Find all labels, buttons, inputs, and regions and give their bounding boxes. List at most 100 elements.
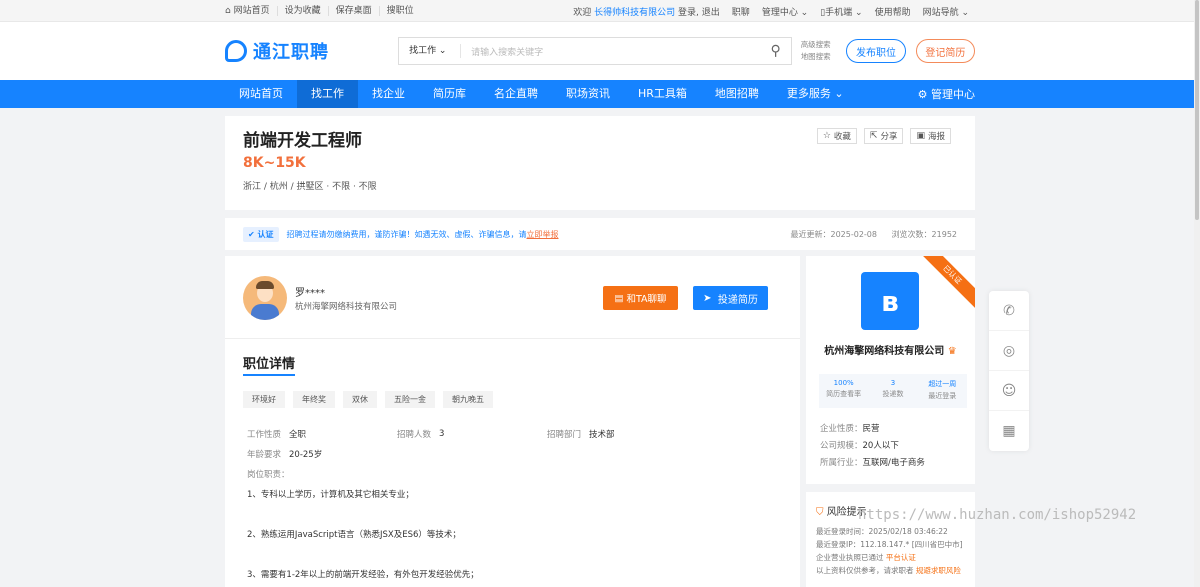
job-tag: 环境好 — [243, 391, 285, 408]
shield-icon: ⛉ — [816, 507, 824, 518]
top-link-manage[interactable]: 管理中心 ⌄ — [756, 5, 814, 18]
top-link-site-nav[interactable]: 网站导航 ⌄ — [917, 5, 975, 18]
risk-license-highlight: 平台认证 — [885, 553, 916, 562]
favorite-button[interactable]: ☆ 收藏 — [816, 128, 857, 144]
image-icon: ▣ — [916, 131, 925, 141]
search-icon[interactable]: ⚲ — [761, 43, 791, 59]
login-link[interactable]: 登录 — [678, 8, 696, 18]
nav-manage-center[interactable]: ⚙ 管理中心 — [918, 86, 975, 102]
info-value: 互联网/电子商务 — [862, 458, 925, 468]
poster-button[interactable]: ▣ 海报 — [910, 128, 951, 144]
job-tag: 朝九晚五 — [443, 391, 493, 408]
field-value: 3 — [439, 429, 445, 439]
job-detail-title: 职位详情 — [243, 356, 296, 376]
notice-text: 招聘过程请勿缴纳费用，谨防诈骗！如遇无效、虚假、诈骗信息，请 — [286, 229, 527, 239]
top-user-area: 欢迎 长得帅科技有限公司 登录, 退出 职聊 管理中心 ⌄ ▯手机端 ⌄ 使用帮… — [567, 5, 975, 18]
chat-button[interactable]: ▤ 和TA聊聊 — [603, 286, 678, 310]
recruiter-name: 罗**** — [295, 288, 325, 299]
job-tag: 五险一金 — [385, 391, 435, 408]
risk-tip: 以上资料仅供参考，请求职者 — [816, 566, 914, 575]
job-tag: 年终奖 — [293, 391, 335, 408]
stat-label: 最近登录 — [928, 392, 957, 400]
company-card: 已认证 ʙ 杭州海擎网络科技有限公司 ♛ 100% 简历查看率 3 投递数 超过一周… — [806, 256, 975, 484]
verified-badge-label: 认证 — [257, 229, 274, 239]
top-link-desktop[interactable]: 保存桌面 — [329, 6, 380, 16]
search-type-select[interactable]: 找工作 ⌄ — [399, 44, 462, 58]
duty-item: 1、专科以上学历，计算机及其它相关专业； — [247, 490, 414, 500]
site-logo[interactable]: 通江职聘 — [225, 38, 398, 64]
info-key: 企业性质： — [820, 424, 863, 434]
job-meta: 最近更新：2025-02-08 浏览次数：21952 — [779, 229, 958, 240]
top-link-help[interactable]: 使用帮助 — [869, 5, 917, 18]
job-fields: 工作性质 全职 招聘人数 3 招聘部门 技术部 年龄要求 20-25岁 — [247, 424, 697, 464]
wechat-icon[interactable]: ☺ — [989, 371, 1029, 411]
top-link-mobile[interactable]: ▯手机端 ⌄ — [814, 5, 868, 18]
risk-tip-row: 以上资料仅供参考，请求职者 规避求职风险 — [816, 564, 965, 577]
scrollbar-thumb[interactable] — [1195, 0, 1199, 220]
post-job-button[interactable]: 发布职位 — [846, 39, 906, 63]
job-tags: 环境好 年终奖 双休 五险一金 朝九晚五 — [243, 391, 501, 408]
qrcode-icon[interactable]: ▦ — [989, 411, 1029, 451]
nav-more-services[interactable]: 更多服务 ⌄ — [773, 80, 858, 108]
stat-label: 简历查看率 — [826, 390, 862, 398]
company-sidebar: 已认证 ʙ 杭州海擎网络科技有限公司 ♛ 100% 简历查看率 3 投递数 超过一周… — [806, 256, 975, 587]
main-content: 罗**** 杭州海擎网络科技有限公司 ▤ 和TA聊聊 ➤ 投递简历 职位详情 环… — [225, 256, 975, 587]
recruiter-company: 杭州海擎网络科技有限公司 — [295, 302, 398, 312]
job-salary: 8K~15K — [243, 155, 306, 171]
register-resume-button[interactable]: 登记简历 — [915, 39, 976, 63]
map-search-link[interactable]: 地图搜索 — [801, 51, 837, 63]
company-name[interactable]: 杭州海擎网络科技有限公司 — [824, 346, 944, 357]
nav-resume-library[interactable]: 简历库 — [419, 80, 480, 108]
search-input[interactable]: 请输入搜索关键字 — [461, 45, 761, 58]
logo-chat-icon — [225, 40, 247, 62]
apply-resume-button[interactable]: ➤ 投递简历 — [693, 286, 768, 310]
nav-home[interactable]: 网站首页 — [225, 80, 297, 108]
nav-manage-label: 管理中心 — [931, 88, 975, 101]
advanced-search-link[interactable]: 高级搜索 — [801, 39, 837, 51]
main-nav: 网站首页 找工作 找企业 简历库 名企直聘 职场资讯 HR工具箱 地图招聘 更多… — [0, 80, 1200, 108]
field-key: 工作性质 — [247, 430, 282, 440]
top-link-search-job[interactable]: 搜职位 — [380, 6, 421, 16]
job-duties: 岗位职责： 1、专科以上学历，计算机及其它相关专业； 2、熟练运用JavaScr… — [247, 468, 479, 587]
nav-map-recruit[interactable]: 地图招聘 — [701, 80, 773, 108]
duties-label: 岗位职责： — [247, 470, 290, 480]
manage-gear-icon: ⚙ — [917, 88, 928, 101]
header: 通江职聘 找工作 ⌄ 请输入搜索关键字 ⚲ 高级搜索 地图搜索 发布职位 登记简… — [0, 22, 1200, 80]
field-value: 全职 — [289, 430, 307, 440]
company-stats: 100% 简历查看率 3 投递数 超过一周 最近登录 — [819, 374, 967, 408]
field-key: 招聘部门 — [547, 430, 582, 440]
phone-icon[interactable]: ✆ — [989, 291, 1029, 331]
job-location: 浙江 / 杭州 / 拱墅区 · 不限 · 不限 — [243, 182, 377, 192]
field-value: 20-25岁 — [289, 450, 323, 460]
watermark: https://www.huzhan.com/ishop52942 — [858, 507, 1137, 523]
nav-career-news[interactable]: 职场资讯 — [552, 80, 624, 108]
stat-label: 投递数 — [882, 390, 904, 398]
company-logo-icon[interactable]: ʙ — [861, 272, 919, 330]
risk-license-row: 企业营业执照已通过 平台认证 — [816, 551, 965, 564]
stat-view-rate: 100% 简历查看率 — [819, 374, 868, 408]
verified-badge: ✔ 认证 — [243, 226, 279, 242]
qq-icon[interactable]: ◎ — [989, 331, 1029, 371]
nav-find-company[interactable]: 找企业 — [358, 80, 419, 108]
welcome-text: 欢迎 长得帅科技有限公司 登录, 退出 — [573, 7, 720, 18]
search-box: 找工作 ⌄ 请输入搜索关键字 ⚲ — [398, 37, 792, 65]
report-link[interactable]: 立即举报 — [527, 229, 559, 240]
company-info-row: 企业性质： 民营 — [820, 422, 925, 439]
top-link-favorite[interactable]: 设为收藏 — [278, 6, 329, 16]
job-header-card: 前端开发工程师 8K~15K 浙江 / 杭州 / 拱墅区 · 不限 · 不限 ☆… — [225, 116, 975, 210]
top-link-chat[interactable]: 职聊 — [726, 5, 756, 18]
poster-label: 海报 — [927, 132, 945, 142]
view-count: 浏览次数：21952 — [891, 229, 957, 239]
top-link-home[interactable]: ⌂ 网站首页 — [225, 6, 278, 16]
share-button[interactable]: ⇱ 分享 — [863, 128, 904, 144]
risk-login-time: 最近登录时间：2025/02/18 03:46:22 — [816, 527, 948, 536]
field-key: 年龄要求 — [247, 450, 282, 460]
user-company-link[interactable]: 长得帅科技有限公司 — [594, 8, 675, 18]
nav-find-job[interactable]: 找工作 — [297, 80, 358, 108]
favorite-label: 收藏 — [833, 132, 851, 142]
logout-link[interactable]: 退出 — [702, 8, 720, 18]
nav-hr-toolbox[interactable]: HR工具箱 — [624, 80, 701, 108]
last-updated: 最近更新：2025-02-08 — [790, 229, 878, 239]
nav-famous-companies[interactable]: 名企直聘 — [480, 80, 552, 108]
page-scrollbar[interactable] — [1194, 0, 1200, 587]
